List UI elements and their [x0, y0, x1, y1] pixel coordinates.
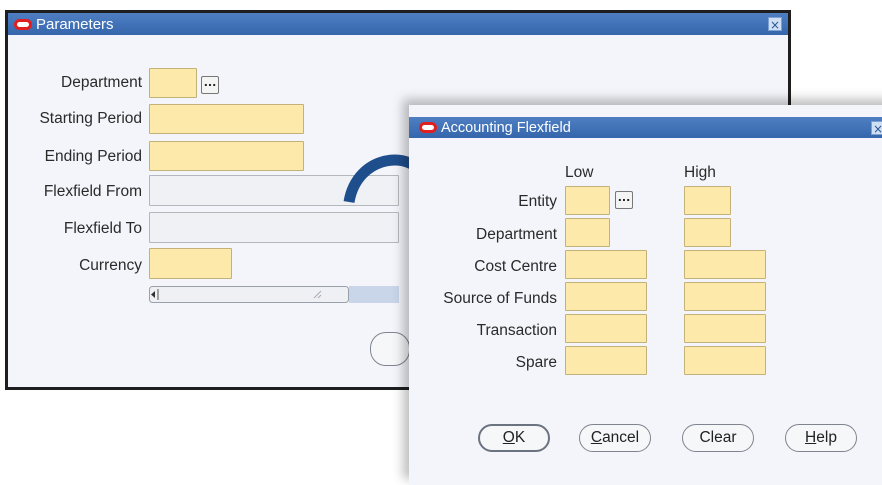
- oracle-logo-icon: [419, 122, 437, 133]
- help-label-rest: elp: [816, 429, 837, 446]
- currency-field[interactable]: [149, 248, 232, 279]
- flexfield-title: Accounting Flexfield: [441, 119, 571, 136]
- department-low-field[interactable]: [565, 218, 610, 247]
- ending-period-label: Ending Period: [44, 148, 142, 165]
- high-column-header: High: [684, 164, 716, 181]
- cost-centre-high-field[interactable]: [684, 250, 766, 279]
- department-label: Department: [476, 226, 557, 243]
- cancel-button[interactable]: Cancel: [579, 424, 651, 452]
- clear-label: Clear: [699, 429, 737, 446]
- department-high-field[interactable]: [684, 218, 731, 247]
- cost-centre-low-field[interactable]: [565, 250, 647, 279]
- parameters-titlebar[interactable]: Parameters ×: [8, 13, 788, 35]
- ok-label-rest: K: [514, 429, 526, 446]
- entity-label: Entity: [518, 193, 557, 210]
- starting-period-field[interactable]: [149, 104, 304, 134]
- transaction-label: Transaction: [476, 322, 557, 339]
- transaction-low-field[interactable]: [565, 314, 647, 343]
- low-column-header: Low: [565, 164, 594, 181]
- cost-centre-label: Cost Centre: [474, 258, 557, 275]
- clear-button[interactable]: Clear: [682, 424, 754, 452]
- entity-low-field[interactable]: [565, 186, 610, 215]
- oracle-logo-icon: [14, 18, 32, 30]
- close-icon[interactable]: ×: [768, 17, 782, 32]
- ok-button[interactable]: OK: [478, 424, 550, 452]
- flexfield-to-label: Flexfield To: [63, 220, 142, 237]
- source-of-funds-high-field[interactable]: [684, 282, 766, 311]
- transaction-high-field[interactable]: [684, 314, 766, 343]
- department-lov-button[interactable]: ...: [201, 76, 219, 94]
- entity-high-field[interactable]: [684, 186, 731, 215]
- close-icon[interactable]: ×: [871, 121, 882, 136]
- horizontal-scrollbar[interactable]: [149, 286, 399, 303]
- ending-period-field[interactable]: [149, 141, 304, 171]
- flexfield-from-label: Flexfield From: [43, 183, 142, 200]
- source-of-funds-low-field[interactable]: [565, 282, 647, 311]
- flexfield-titlebar[interactable]: Accounting Flexfield ×: [409, 117, 882, 138]
- cancel-mnemonic: C: [590, 429, 603, 446]
- starting-period-label: Starting Period: [39, 110, 142, 127]
- entity-lov-button[interactable]: ...: [615, 191, 633, 209]
- parameters-title: Parameters: [36, 15, 114, 33]
- source-of-funds-label: Source of Funds: [443, 290, 557, 307]
- spare-low-field[interactable]: [565, 346, 647, 375]
- help-mnemonic: H: [805, 429, 817, 446]
- currency-label: Currency: [79, 257, 142, 274]
- spare-label: Spare: [515, 354, 557, 371]
- department-field[interactable]: [149, 68, 197, 98]
- parameters-ok-button[interactable]: [370, 332, 410, 366]
- flexfield-to-field[interactable]: [149, 212, 399, 243]
- cancel-label-rest: ancel: [602, 429, 640, 446]
- ok-mnemonic: O: [502, 429, 515, 446]
- help-button[interactable]: Help: [785, 424, 857, 452]
- spare-high-field[interactable]: [684, 346, 766, 375]
- department-label: Department: [61, 74, 142, 91]
